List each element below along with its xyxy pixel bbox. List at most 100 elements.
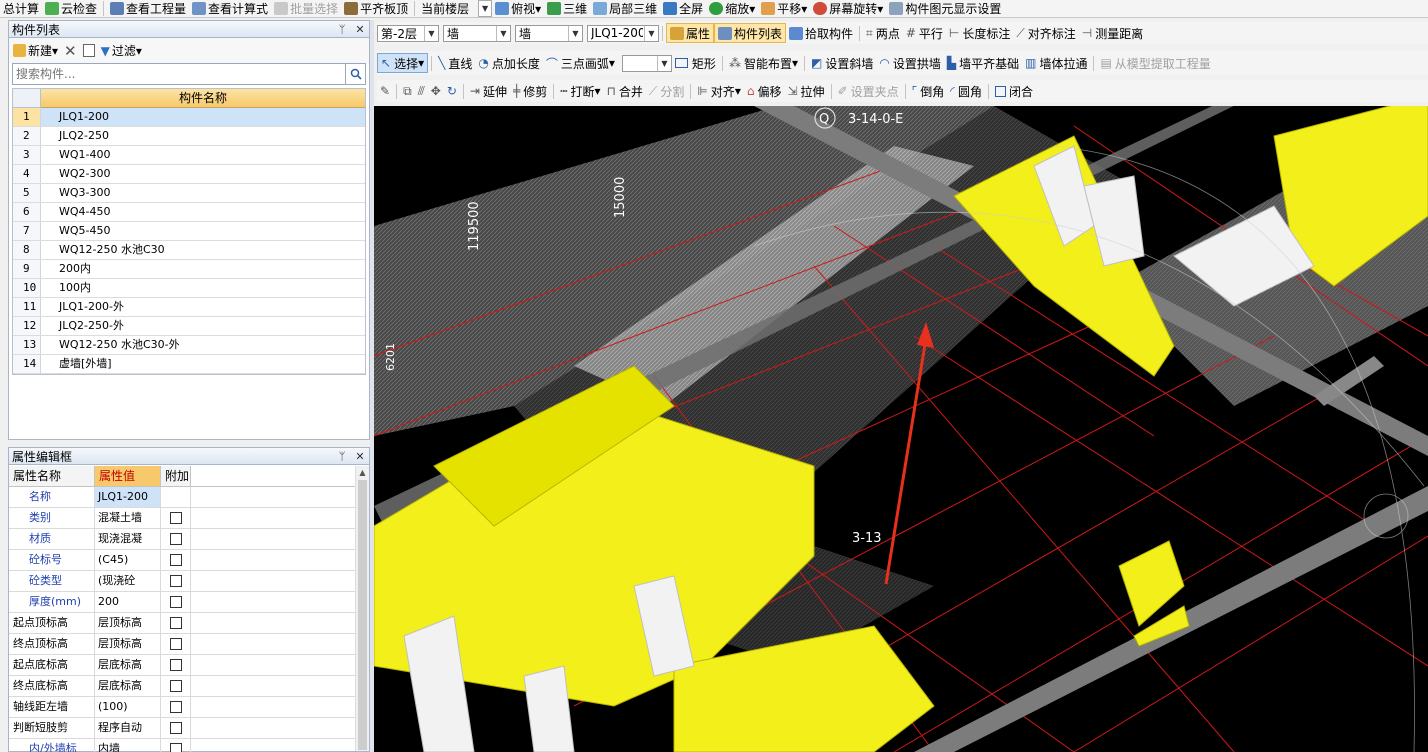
table-row[interactable]: 8 WQ12-250 水池C30 <box>13 241 365 260</box>
property-row[interactable]: 判断短肢剪 程序自动 <box>9 718 359 739</box>
length-dim-button[interactable]: ⊢ 长度标注 <box>946 23 1013 43</box>
pen-tool-button[interactable]: ✎ <box>377 81 393 101</box>
wall-through-button[interactable]: ▥ 墙体拉通 <box>1022 53 1090 73</box>
model-canvas[interactable]: Q 3-14-0-E 15000 119500 3-13 6201 <box>374 106 1428 752</box>
measure-distance-button[interactable]: ⊣ 测量距离 <box>1079 23 1146 43</box>
screen-rotate-button[interactable]: 屏幕旋转 ▾ <box>810 0 886 17</box>
chamfer-button[interactable]: ⌜ 倒角 <box>909 81 948 101</box>
additional-checkbox[interactable] <box>169 512 182 524</box>
fullscreen-button[interactable]: 全屏 <box>660 0 706 17</box>
align-button[interactable]: ⊫ 对齐 ▾ <box>694 81 744 101</box>
point-length-button[interactable]: ◔ 点加长度 <box>475 53 543 73</box>
table-row[interactable]: 5 WQ3-300 <box>13 184 365 203</box>
property-value[interactable]: (C45) <box>95 550 161 570</box>
scroll-up-icon[interactable]: ▲ <box>356 468 369 477</box>
additional-checkbox[interactable] <box>169 659 182 671</box>
rectangle-button[interactable]: 矩形 <box>672 53 719 73</box>
delete-component-button[interactable]: ✕ <box>64 42 77 60</box>
filter-button[interactable]: ▼ 过滤 ▾ <box>101 42 142 59</box>
merge-button[interactable]: ⊓ 合并 <box>604 81 646 101</box>
property-value[interactable]: 200 <box>95 592 161 612</box>
display-settings-button[interactable]: 构件图元显示设置 <box>886 0 1004 17</box>
two-point-button[interactable]: ⌗ 两点 <box>863 23 903 43</box>
column-header-name[interactable]: 构件名称 <box>41 89 365 108</box>
set-grip-button[interactable]: ✐ 设置夹点 <box>835 81 902 101</box>
additional-checkbox[interactable] <box>169 596 182 608</box>
additional-checkbox[interactable] <box>169 701 182 713</box>
table-row[interactable]: 14 虚墙[外墙] <box>13 355 365 374</box>
slant-wall-button[interactable]: ◩ 设置斜墙 <box>808 53 876 73</box>
extract-quantity-button[interactable]: ▤ 从模型提取工程量 <box>1097 53 1213 73</box>
arch-wall-button[interactable]: ◠ 设置拱墙 <box>876 53 944 73</box>
table-row[interactable]: 12 JLQ2-250-外 <box>13 317 365 336</box>
floor-select[interactable]: 第-2层 ▼ <box>377 24 439 42</box>
property-value[interactable]: 层顶标高 <box>95 613 161 633</box>
pick-component-button[interactable]: 拾取构件 <box>786 23 856 43</box>
property-row[interactable]: 轴线距左墙 (100) <box>9 697 359 718</box>
search-input[interactable] <box>13 64 345 84</box>
subtype-select[interactable]: 墙 ▼ <box>515 24 583 42</box>
property-row[interactable]: 材质 现浇混凝 <box>9 529 359 550</box>
scrollbar-thumb[interactable] <box>358 480 367 750</box>
property-row[interactable]: 砼标号 (C45) <box>9 550 359 571</box>
select-tool-button[interactable]: ↖ 选择 ▾ <box>377 53 429 73</box>
cloud-check-button[interactable]: 云检查 <box>42 0 100 17</box>
property-value[interactable]: (100) <box>95 697 161 717</box>
table-row[interactable]: 6 WQ4-450 <box>13 203 365 222</box>
table-row[interactable]: 9 200内 <box>13 260 365 279</box>
property-value[interactable]: (现浇砼 <box>95 571 161 591</box>
additional-checkbox[interactable] <box>169 743 182 752</box>
close-icon[interactable]: ✕ <box>353 450 367 463</box>
table-row[interactable]: 11 JLQ1-200-外 <box>13 298 365 317</box>
copy-tool-button[interactable]: ⧉ <box>400 81 415 101</box>
property-value[interactable]: 程序自动 <box>95 718 161 738</box>
property-row[interactable]: 砼类型 (现浇砼 <box>9 571 359 592</box>
property-value[interactable]: 层底标高 <box>95 676 161 696</box>
additional-checkbox[interactable] <box>169 617 182 629</box>
property-value[interactable]: 层底标高 <box>95 655 161 675</box>
arc-option-select[interactable]: ▼ <box>621 54 672 72</box>
rotate-button[interactable]: ↻ <box>444 81 460 101</box>
pan-button[interactable]: 平移 ▾ <box>758 0 810 17</box>
3d-view-button[interactable]: 三维 <box>544 0 590 17</box>
property-value[interactable]: 层顶标高 <box>95 634 161 654</box>
three-point-arc-button[interactable]: ⌒ 三点画弧 ▾ <box>543 53 618 73</box>
parallel-button[interactable]: # 平行 <box>903 23 946 43</box>
type-select[interactable]: 墙 ▼ <box>443 24 511 42</box>
new-component-button[interactable]: 新建 ▾ <box>13 42 58 59</box>
line-button[interactable]: ╲ 直线 <box>435 53 475 73</box>
property-row[interactable]: 厚度(mm) 200 <box>9 592 359 613</box>
additional-checkbox[interactable] <box>169 680 182 692</box>
top-view-button[interactable]: 俯视 ▾ <box>492 0 544 17</box>
view-quantity-button[interactable]: 查看工程量 <box>107 0 189 17</box>
search-button[interactable] <box>345 64 365 84</box>
fillet-button[interactable]: ◜ 圆角 <box>947 81 985 101</box>
table-row[interactable]: 3 WQ1-400 <box>13 146 365 165</box>
property-button[interactable]: 属性 <box>666 23 715 43</box>
pin-icon[interactable]: ᛘ <box>335 450 349 463</box>
stretch-button[interactable]: ⇲ 拉伸 <box>784 81 827 101</box>
table-row[interactable]: 4 WQ2-300 <box>13 165 365 184</box>
property-row[interactable]: 类别 混凝土墙 <box>9 508 359 529</box>
move-button[interactable]: ✥ <box>428 81 444 101</box>
pin-icon[interactable]: ᛘ <box>335 23 349 36</box>
property-row[interactable]: 起点底标高 层底标高 <box>9 655 359 676</box>
component-select[interactable]: JLQ1-200 ▼ <box>587 24 659 42</box>
additional-checkbox[interactable] <box>169 722 182 734</box>
table-row[interactable]: 10 100内 <box>13 279 365 298</box>
table-row[interactable]: 1 JLQ1-200 <box>13 108 365 127</box>
align-dim-button[interactable]: ⟋ 对齐标注 <box>1013 23 1078 43</box>
additional-checkbox[interactable] <box>169 554 182 566</box>
property-value[interactable]: 混凝土墙 <box>95 508 161 528</box>
trim-button[interactable]: ╪ 修剪 <box>510 81 550 101</box>
property-value[interactable]: 现浇混凝 <box>95 529 161 549</box>
mirror-button[interactable]: ⫻ <box>415 81 428 101</box>
property-scrollbar[interactable]: ▲ <box>355 466 369 751</box>
align-slab-top-button[interactable]: 平齐板顶 <box>341 0 411 17</box>
close-shape-button[interactable]: 闭合 <box>992 81 1036 101</box>
property-value[interactable]: JLQ1-200 <box>95 487 161 507</box>
property-row[interactable]: 内/外墙标 内墙 <box>9 739 359 752</box>
offset-button[interactable]: ⌂ 偏移 <box>744 81 785 101</box>
property-row[interactable]: 名称 JLQ1-200 <box>9 487 359 508</box>
additional-checkbox[interactable] <box>169 533 182 545</box>
